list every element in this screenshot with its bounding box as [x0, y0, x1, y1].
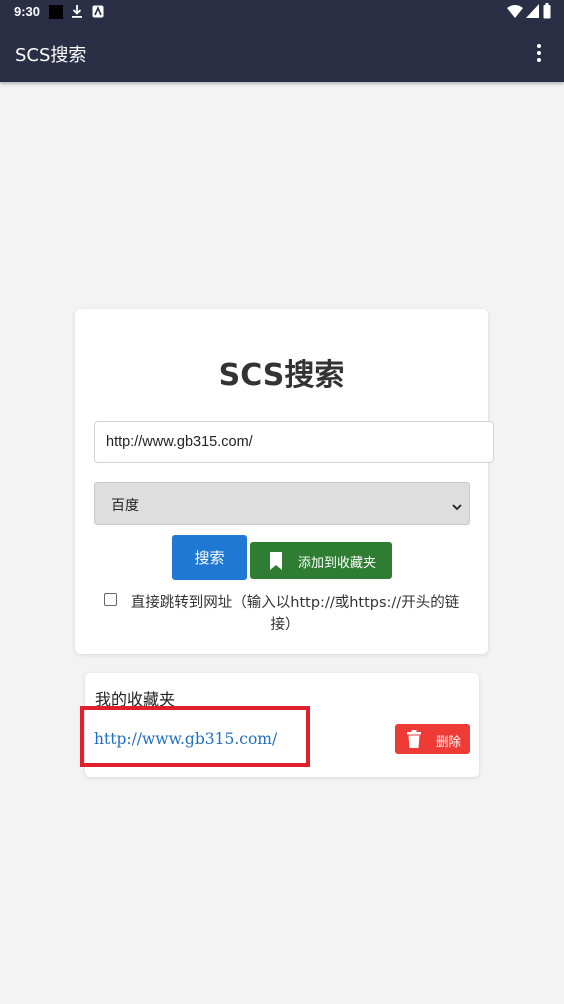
jump-label: 直接跳转到网址（输入以http://或https://开头的链接） — [100, 592, 470, 636]
accessibility-icon — [92, 5, 104, 21]
signal-icon — [526, 4, 539, 21]
delete-favorite-button[interactable]: 删除 — [395, 724, 470, 754]
highlight-box — [80, 706, 310, 767]
app-bar: SCS搜索 — [0, 24, 564, 82]
search-button[interactable]: 搜索 — [172, 535, 247, 580]
page-title: SCS搜索 — [218, 358, 345, 393]
download-icon — [71, 4, 83, 22]
add-favorite-button[interactable]: 添加到收藏夹 — [250, 542, 392, 579]
stop-square-icon — [49, 5, 63, 22]
status-bar: 9:30 — [0, 0, 564, 24]
more-vertical-icon[interactable] — [536, 42, 542, 64]
chevron-down-icon — [451, 498, 463, 511]
trash-icon — [407, 730, 421, 748]
jump-label-text: 直接跳转到网址（输入以http://或https://开头的链接） — [130, 595, 460, 633]
engine-selected-value: 百度 — [111, 498, 139, 514]
battery-icon — [543, 3, 551, 22]
bookmark-icon — [269, 552, 283, 570]
wifi-icon — [507, 5, 523, 21]
engine-select[interactable]: 百度 — [94, 482, 470, 525]
app-title: SCS搜索 — [15, 45, 87, 66]
status-time: 9:30 — [14, 4, 41, 19]
delete-label: 删除 — [436, 734, 462, 749]
url-input[interactable] — [94, 421, 494, 463]
add-favorite-label: 添加到收藏夹 — [298, 556, 377, 571]
